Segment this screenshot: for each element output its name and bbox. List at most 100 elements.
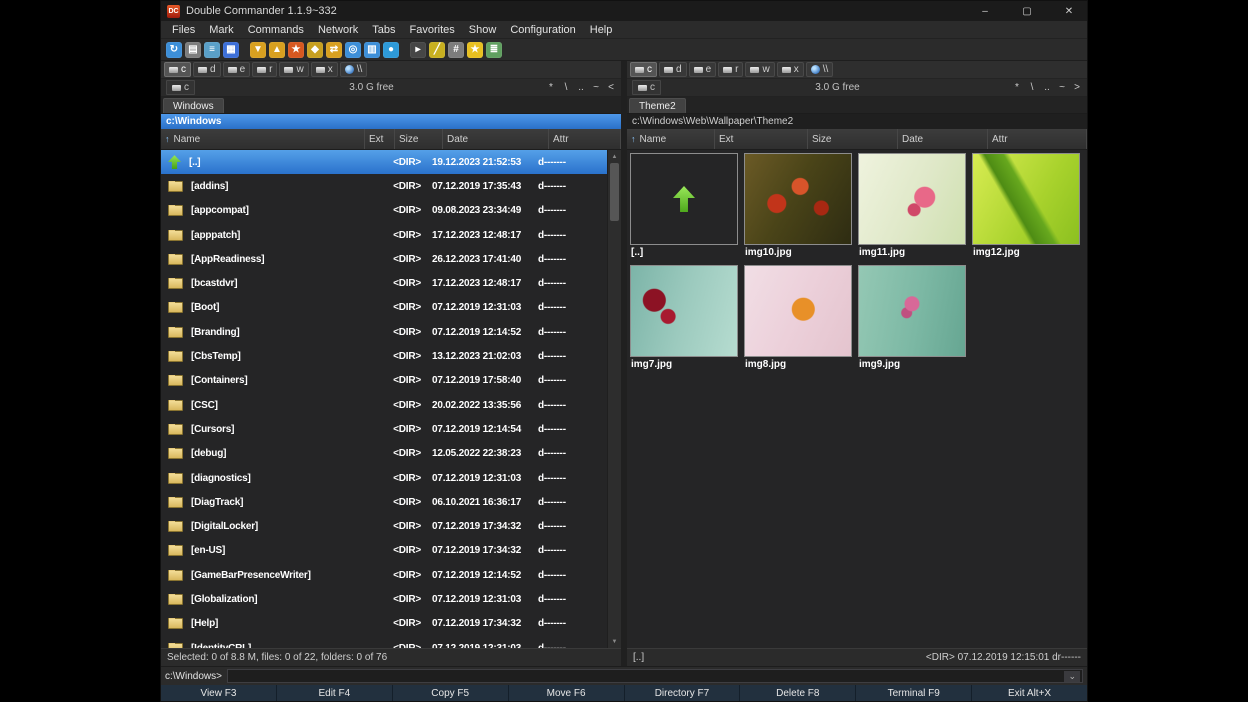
nav-button[interactable]: .. [1044,82,1050,93]
minimize-button[interactable]: – [967,1,1003,21]
nav-button[interactable]: < [608,82,614,93]
column-header-ext[interactable]: Ext [365,129,395,149]
nav-button[interactable]: > [1074,82,1080,93]
compare-icon[interactable]: ▥ [364,42,380,58]
search-icon[interactable]: ◎ [345,42,361,58]
file-row[interactable]: [..] <DIR> 19.12.2023 21:52:53 d------- [161,150,607,174]
drive-button[interactable]: e [223,62,251,77]
file-row[interactable]: [diagnostics] <DIR> 07.12.2019 12:31:03 … [161,466,607,490]
multi-rename-icon[interactable]: ◆ [307,42,323,58]
toolbar-separator[interactable] [242,42,247,58]
nav-button[interactable]: ~ [1059,82,1065,93]
checksum-icon[interactable]: # [448,42,464,58]
drive-button[interactable]: r [718,62,743,77]
drive-button[interactable]: c [630,62,657,77]
function-key-button[interactable]: Move F6 [509,685,625,701]
drive-button[interactable]: w [279,62,308,77]
close-button[interactable]: ✕ [1051,1,1087,21]
file-row[interactable]: [Globalization] <DIR> 07.12.2019 12:31:0… [161,587,607,611]
file-row[interactable]: [CSC] <DIR> 20.02.2022 13:35:56 d------- [161,393,607,417]
column-header-name[interactable]: ↑ Name [161,129,365,149]
left-current-path[interactable]: c:\Windows [161,114,621,129]
options-icon[interactable]: ≡ [204,42,220,58]
drive-button[interactable]: \\ [340,62,368,77]
scrollbar-track[interactable] [608,163,621,635]
file-row[interactable]: [en-US] <DIR> 07.12.2019 17:34:32 d-----… [161,539,607,563]
tab-windows[interactable]: Windows [163,98,224,113]
thumbnail-image[interactable] [630,265,738,357]
network-icon[interactable]: ● [383,42,399,58]
favorites-icon[interactable]: ★ [467,42,483,58]
file-row[interactable]: [DiagTrack] <DIR> 06.10.2021 16:36:17 d-… [161,490,607,514]
thumbnail-image[interactable] [858,265,966,357]
drive-button[interactable]: d [659,62,687,77]
drive-button[interactable]: r [252,62,277,77]
unpack-icon[interactable]: ▲ [269,42,285,58]
nav-button[interactable]: * [1014,82,1020,93]
thumbnail-item[interactable]: img10.jpg [744,153,858,265]
dual-pane-icon[interactable]: ▤ [185,42,201,58]
file-row[interactable]: [debug] <DIR> 12.05.2022 22:38:23 d-----… [161,442,607,466]
nav-button[interactable]: ~ [593,82,599,93]
drive-button[interactable]: w [745,62,774,77]
compress-icon[interactable]: ★ [288,42,304,58]
column-header-size[interactable]: Size [808,129,898,149]
drive-button[interactable]: x [311,62,338,77]
column-header-date[interactable]: Date [898,129,988,149]
command-input[interactable]: ⌄ [227,669,1083,683]
sync-dirs-icon[interactable]: ⇄ [326,42,342,58]
file-row[interactable]: [bcastdvr] <DIR> 17.12.2023 12:48:17 d--… [161,271,607,295]
menu-item[interactable]: Favorites [403,24,462,36]
nav-button[interactable]: .. [578,82,584,93]
thumbnail-item[interactable]: img7.jpg [630,265,744,377]
nav-button[interactable]: * [548,82,554,93]
function-key-button[interactable]: Delete F8 [740,685,856,701]
file-row[interactable]: [GameBarPresenceWriter] <DIR> 07.12.2019… [161,563,607,587]
drive-button[interactable]: e [689,62,717,77]
scroll-up-icon[interactable]: ▲ [608,150,621,163]
function-key-button[interactable]: Edit F4 [277,685,393,701]
drive-button[interactable]: x [777,62,804,77]
thumbnail-image[interactable] [972,153,1080,245]
column-header-name[interactable]: ↑ Name [627,129,715,149]
drive-button[interactable]: c [164,62,191,77]
file-row[interactable]: [Containers] <DIR> 07.12.2019 17:58:40 d… [161,369,607,393]
menu-item[interactable]: Mark [202,24,240,36]
column-header-size[interactable]: Size [395,129,443,149]
file-row[interactable]: [apppatch] <DIR> 17.12.2023 12:48:17 d--… [161,223,607,247]
file-row[interactable]: [Cursors] <DIR> 07.12.2019 12:14:54 d---… [161,417,607,441]
thumbnail-image[interactable] [744,265,852,357]
file-row[interactable]: [Boot] <DIR> 07.12.2019 12:31:03 d------… [161,296,607,320]
thumbnail-item[interactable]: img8.jpg [744,265,858,377]
menu-item[interactable]: Show [462,24,504,36]
drive-button[interactable]: \\ [806,62,834,77]
function-key-button[interactable]: Copy F5 [393,685,509,701]
pack-icon[interactable]: ▼ [250,42,266,58]
drive-button[interactable]: d [193,62,221,77]
menu-item[interactable]: Help [583,24,620,36]
edit-icon[interactable]: ╱ [429,42,445,58]
thumbnail-image[interactable] [858,153,966,245]
file-row[interactable]: [Branding] <DIR> 07.12.2019 12:14:52 d--… [161,320,607,344]
thumbnail-image[interactable] [630,153,738,245]
drive-selector[interactable]: c [166,80,195,95]
tree-icon[interactable]: ≣ [486,42,502,58]
nav-button[interactable]: \ [563,82,569,93]
function-key-button[interactable]: Directory F7 [625,685,741,701]
tab-theme2[interactable]: Theme2 [629,98,686,113]
file-row[interactable]: [IdentityCRL] <DIR> 07.12.2019 12:31:03 … [161,636,607,648]
chevron-down-icon[interactable]: ⌄ [1064,671,1080,682]
column-header-date[interactable]: Date [443,129,549,149]
menu-item[interactable]: Tabs [365,24,402,36]
menu-item[interactable]: Network [311,24,365,36]
thumbnail-item[interactable]: [..] [630,153,744,265]
file-row[interactable]: [AppReadiness] <DIR> 26.12.2023 17:41:40… [161,247,607,271]
file-row[interactable]: [appcompat] <DIR> 09.08.2023 23:34:49 d-… [161,199,607,223]
right-current-path[interactable]: c:\Windows\Web\Wallpaper\Theme2 [627,114,1087,129]
scrollbar-thumb[interactable] [610,163,619,221]
nav-button[interactable]: \ [1029,82,1035,93]
scrollbar[interactable]: ▲ ▼ [607,150,621,648]
column-header-ext[interactable]: Ext [715,129,808,149]
function-key-button[interactable]: View F3 [161,685,277,701]
drive-selector[interactable]: c [632,80,661,95]
